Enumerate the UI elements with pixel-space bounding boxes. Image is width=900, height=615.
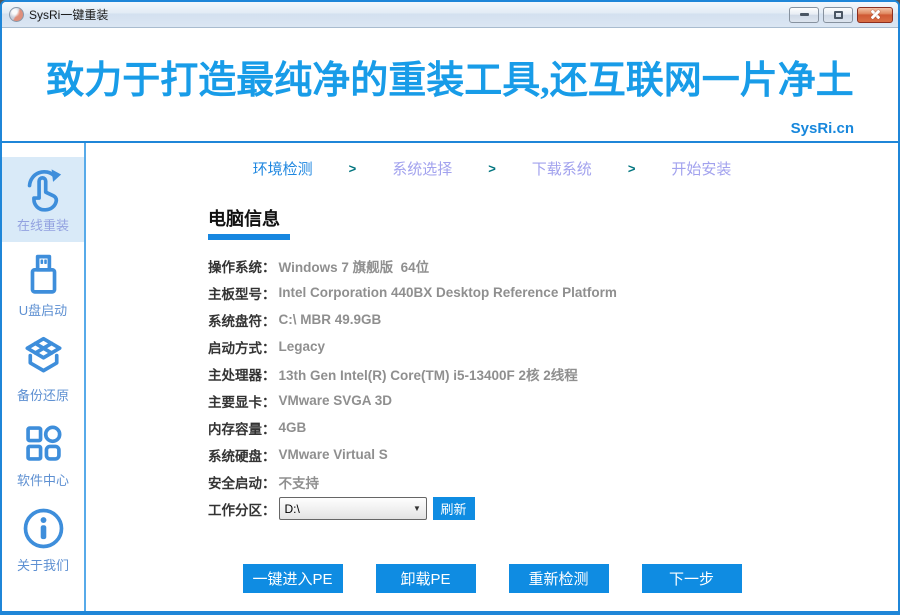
info-row-os: 操作系统： Windows 7 旗舰版 64位 — [208, 252, 898, 279]
computer-info-list: 操作系统： Windows 7 旗舰版 64位 主板型号： Intel Corp… — [208, 252, 898, 522]
info-label: 主处理器： — [208, 367, 276, 383]
close-button[interactable] — [857, 6, 893, 23]
partition-dropdown[interactable]: D:\ ▼ — [278, 497, 427, 520]
info-label: 启动方式： — [208, 340, 276, 356]
sidebar-item-backup-restore[interactable]: 备份还原 — [2, 327, 84, 412]
window-controls — [789, 6, 893, 23]
hand-refresh-icon — [27, 169, 61, 212]
maximize-button[interactable] — [823, 6, 853, 23]
info-value: Intel Corporation 440BX Desktop Referenc… — [278, 285, 617, 300]
info-value: 4GB — [278, 420, 307, 435]
sidebar: 在线重装 U盘启动 备份还原 软件中心 关于我们 — [2, 143, 86, 611]
section-title-underline — [208, 234, 290, 240]
usb-drive-icon — [30, 254, 56, 294]
info-circle-icon — [23, 508, 63, 549]
info-label: 操作系统： — [208, 259, 276, 275]
title-bar: SysRi一键重装 — [2, 2, 898, 28]
info-row-motherboard: 主板型号： Intel Corporation 440BX Desktop Re… — [208, 279, 898, 306]
header-banner: 致力于打造最纯净的重装工具,还互联网一片净土 SysRi.cn — [2, 28, 898, 143]
info-label: 系统盘符： — [208, 313, 276, 329]
sidebar-item-label: 关于我们 — [16, 558, 69, 573]
sidebar-item-usb-boot[interactable]: U盘启动 — [2, 242, 84, 327]
app-icon — [9, 7, 24, 22]
step-arrow-icon: > — [627, 161, 636, 176]
info-label: 安全启动： — [208, 475, 276, 491]
info-row-work-partition: 工作分区： D:\ ▼ 刷新 — [208, 495, 898, 522]
info-row-disk: 系统硬盘： VMware Virtual S — [208, 441, 898, 468]
main-area: 在线重装 U盘启动 备份还原 软件中心 关于我们 环境检测 > 系统选择 > 下… — [2, 143, 898, 611]
content-panel: 环境检测 > 系统选择 > 下载系统 > 开始安装 电脑信息 操作系统： Win… — [86, 143, 898, 611]
sidebar-item-label: U盘启动 — [18, 303, 68, 318]
partition-selected-value: D:\ — [284, 501, 300, 516]
sidebar-item-about-us[interactable]: 关于我们 — [2, 497, 84, 582]
sidebar-item-software-center[interactable]: 软件中心 — [2, 412, 84, 497]
info-row-memory: 内存容量： 4GB — [208, 414, 898, 441]
backup-box-icon — [25, 336, 61, 373]
info-value: VMware SVGA 3D — [278, 393, 393, 408]
info-value: Windows 7 旗舰版 64位 — [278, 259, 430, 275]
enter-pe-button[interactable]: 一键进入PE — [242, 564, 343, 593]
info-row-cpu: 主处理器： 13th Gen Intel(R) Core(TM) i5-1340… — [208, 360, 898, 387]
info-label: 系统硬盘： — [208, 448, 276, 464]
next-step-button[interactable]: 下一步 — [641, 564, 742, 593]
sidebar-item-label: 软件中心 — [16, 473, 69, 488]
info-value: 不支持 — [278, 475, 320, 491]
step-start-install[interactable]: 开始安装 — [671, 158, 731, 179]
sidebar-item-label: 在线重装 — [16, 218, 69, 233]
app-window: SysRi一键重装 致力于打造最纯净的重装工具,还互联网一片净土 SysRi.c… — [0, 0, 900, 615]
recheck-button[interactable]: 重新检测 — [508, 564, 609, 593]
info-value: Legacy — [278, 339, 326, 354]
info-value: VMware Virtual S — [278, 447, 388, 462]
sidebar-item-label: 备份还原 — [16, 388, 69, 403]
action-buttons: 一键进入PE 卸载PE 重新检测 下一步 — [86, 564, 898, 593]
window-title: SysRi一键重装 — [29, 8, 109, 22]
steps-nav: 环境检测 > 系统选择 > 下载系统 > 开始安装 — [86, 158, 898, 179]
step-arrow-icon: > — [348, 161, 357, 176]
info-row-gpu: 主要显卡： VMware SVGA 3D — [208, 387, 898, 414]
step-system-select[interactable]: 系统选择 — [392, 158, 452, 179]
step-environment-check[interactable]: 环境检测 — [253, 158, 313, 179]
info-label: 工作分区： — [208, 502, 276, 518]
minimize-button[interactable] — [789, 6, 819, 23]
maximize-icon — [833, 10, 843, 19]
info-row-secure-boot: 安全启动： 不支持 — [208, 468, 898, 495]
section-title: 电脑信息 — [208, 209, 280, 229]
sidebar-item-online-reinstall[interactable]: 在线重装 — [2, 157, 84, 242]
slogan-text: 致力于打造最纯净的重装工具,还互联网一片净土 — [46, 60, 854, 102]
step-download-system[interactable]: 下载系统 — [532, 158, 592, 179]
info-row-boot-mode: 启动方式： Legacy — [208, 333, 898, 360]
info-value: 13th Gen Intel(R) Core(TM) i5-13400F 2核 … — [278, 367, 578, 383]
uninstall-pe-button[interactable]: 卸载PE — [375, 564, 476, 593]
info-row-system-drive: 系统盘符： C:\ MBR 49.9GB — [208, 306, 898, 333]
site-url: SysRi.cn — [790, 120, 854, 137]
minimize-icon — [799, 13, 809, 16]
chevron-down-icon: ▼ — [413, 504, 421, 513]
info-label: 主板型号： — [208, 286, 276, 302]
app-grid-icon — [25, 425, 61, 461]
info-label: 内存容量： — [208, 421, 276, 437]
info-value: C:\ MBR 49.9GB — [278, 312, 382, 327]
info-label: 主要显卡： — [208, 394, 276, 410]
refresh-button[interactable]: 刷新 — [432, 497, 475, 520]
step-arrow-icon: > — [488, 161, 496, 176]
